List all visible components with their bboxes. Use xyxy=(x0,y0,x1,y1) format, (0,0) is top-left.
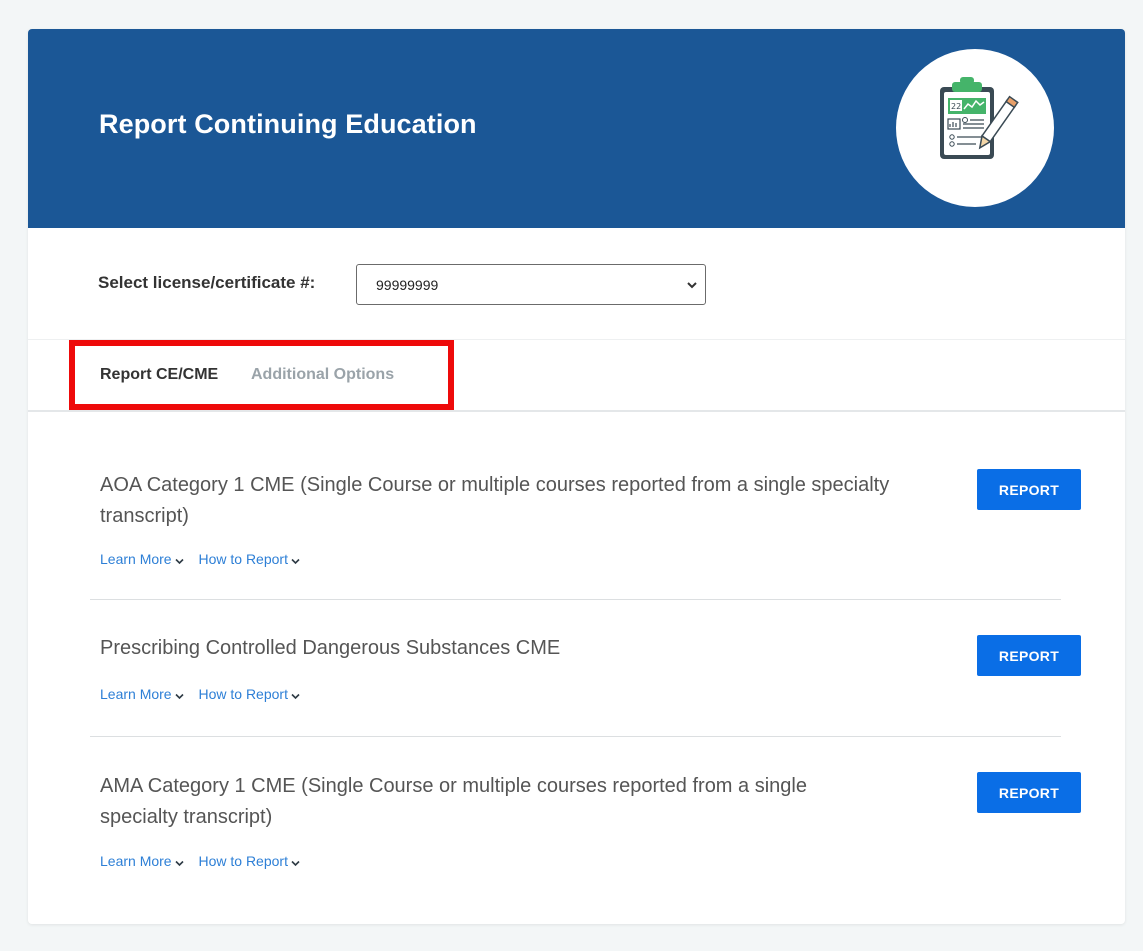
svg-text:22: 22 xyxy=(951,102,961,111)
license-select-row: Select license/certificate #: 99999999 xyxy=(28,228,1125,340)
how-to-report-link[interactable]: How to Report xyxy=(198,686,300,703)
chevron-down-icon xyxy=(175,687,184,703)
chevron-down-icon xyxy=(175,552,184,568)
chevron-down-icon xyxy=(291,687,300,703)
report-ce-card: Report Continuing Education 22 Select li… xyxy=(28,29,1125,924)
item-links: Learn More How to Report xyxy=(100,686,311,703)
how-to-report-link[interactable]: How to Report xyxy=(198,551,300,568)
report-button[interactable]: REPORT xyxy=(977,469,1081,510)
header-banner: Report Continuing Education 22 xyxy=(28,29,1125,228)
list-item: AMA Category 1 CME (Single Course or mul… xyxy=(90,737,1081,907)
tab-report-ce-cme[interactable]: Report CE/CME xyxy=(100,366,218,384)
how-to-report-link[interactable]: How to Report xyxy=(198,853,300,870)
item-links: Learn More How to Report xyxy=(100,853,311,870)
chevron-down-icon xyxy=(291,854,300,870)
clipboard-report-icon: 22 xyxy=(896,49,1054,207)
license-label: Select license/certificate #: xyxy=(98,273,316,292)
license-select[interactable]: 99999999 xyxy=(356,264,706,305)
chevron-down-icon xyxy=(291,552,300,568)
tab-additional-options[interactable]: Additional Options xyxy=(251,366,394,384)
tab-bar: Report CE/CME Additional Options xyxy=(28,340,1125,412)
learn-more-link[interactable]: Learn More xyxy=(100,686,184,703)
report-button[interactable]: REPORT xyxy=(977,772,1081,813)
learn-more-link[interactable]: Learn More xyxy=(100,853,184,870)
page-title: Report Continuing Education xyxy=(99,109,477,139)
chevron-down-icon xyxy=(175,854,184,870)
report-button[interactable]: REPORT xyxy=(977,635,1081,676)
license-select-value: 99999999 xyxy=(376,277,439,293)
item-title: AMA Category 1 CME (Single Course or mul… xyxy=(100,775,807,828)
chevron-down-icon xyxy=(683,276,701,299)
learn-more-link[interactable]: Learn More xyxy=(100,551,184,568)
item-title: Prescribing Controlled Dangerous Substan… xyxy=(100,637,561,659)
item-title: AOA Category 1 CME (Single Course or mul… xyxy=(100,474,890,527)
list-item: Prescribing Controlled Dangerous Substan… xyxy=(90,600,1081,737)
item-links: Learn More How to Report xyxy=(100,551,311,568)
list-item: AOA Category 1 CME (Single Course or mul… xyxy=(90,453,1081,600)
